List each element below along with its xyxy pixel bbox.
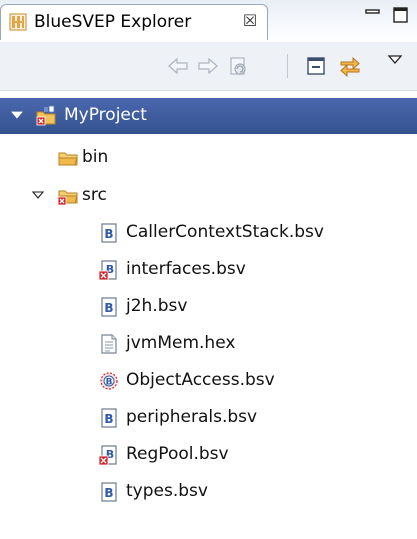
tree-item-label: bin — [82, 147, 109, 167]
tree-item-label: RegPool.bsv — [126, 444, 229, 464]
tree-item-label: CallerContextStack.bsv — [126, 222, 324, 242]
bsv-file-icon: B — [101, 223, 117, 243]
close-tab-icon[interactable]: ☒ — [241, 12, 259, 30]
folder-icon — [58, 152, 78, 166]
view-title: BlueSVEP Explorer — [34, 12, 192, 32]
forward-arrow-icon[interactable] — [196, 54, 220, 78]
tree-item-file[interactable]: B j2h.bsv — [0, 289, 417, 325]
tree-item-label: jvmMem.hex — [126, 333, 236, 353]
tree-item-label: j2h.bsv — [126, 296, 188, 316]
view-title-bar: BlueSVEP Explorer ☒ — [0, 0, 417, 43]
tree-item-myproject[interactable]: MyProject — [0, 98, 417, 134]
svg-text:B: B — [104, 486, 113, 500]
tree-item-bin[interactable]: bin — [0, 140, 417, 176]
tree-item-file[interactable]: B interfaces.bsv — [0, 252, 417, 288]
tree-item-file[interactable]: jvmMem.hex — [0, 326, 417, 362]
tree-item-file[interactable]: B peripherals.bsv — [0, 400, 417, 436]
folder-error-icon — [57, 190, 78, 206]
expanded-twisty-icon[interactable] — [31, 188, 45, 202]
tree-item-file[interactable]: B RegPool.bsv — [0, 437, 417, 473]
view-tab[interactable]: BlueSVEP Explorer ☒ — [0, 4, 268, 40]
explorer-view-icon — [9, 13, 27, 31]
bsv-file-icon: B — [101, 297, 117, 317]
tree-item-file[interactable]: B types.bsv — [0, 474, 417, 510]
view-menu-icon[interactable] — [385, 50, 405, 70]
bluesvep-explorer-view: BlueSVEP Explorer ☒ MyProject bin src B … — [0, 0, 417, 539]
bsv-file-icon: B — [101, 408, 117, 428]
tree-item-label: interfaces.bsv — [126, 259, 246, 279]
tree-item-file[interactable]: B ObjectAccess.bsv — [0, 363, 417, 399]
tree-item-label: ObjectAccess.bsv — [126, 370, 275, 390]
maximize-icon[interactable] — [390, 4, 412, 26]
view-toolbar — [0, 42, 417, 91]
minimize-icon[interactable] — [362, 4, 384, 26]
tree-item-label: MyProject — [64, 105, 147, 125]
text-file-icon — [101, 334, 117, 354]
back-arrow-icon[interactable] — [166, 54, 190, 78]
project-error-icon — [36, 105, 56, 126]
tree-item-src[interactable]: src — [0, 178, 417, 214]
svg-text:B: B — [104, 301, 113, 315]
link-with-editor-icon[interactable] — [338, 54, 362, 78]
refresh-icon[interactable] — [226, 54, 250, 78]
bsv-file-error-icon: B — [98, 260, 117, 281]
svg-text:B: B — [104, 227, 113, 241]
svg-text:B: B — [106, 378, 113, 388]
tree-item-file[interactable]: B CallerContextStack.bsv — [0, 215, 417, 251]
collapse-all-icon[interactable] — [304, 54, 328, 78]
bsv-object-icon: B — [100, 372, 118, 390]
expanded-twisty-icon[interactable] — [10, 108, 24, 122]
bsv-file-error-icon: B — [98, 445, 117, 466]
toolbar-separator — [287, 54, 288, 78]
svg-text:B: B — [104, 412, 113, 426]
tree-item-label: peripherals.bsv — [126, 407, 258, 427]
tree-item-label: src — [82, 185, 107, 205]
bsv-file-icon: B — [101, 482, 117, 502]
tree-item-label: types.bsv — [126, 481, 208, 501]
